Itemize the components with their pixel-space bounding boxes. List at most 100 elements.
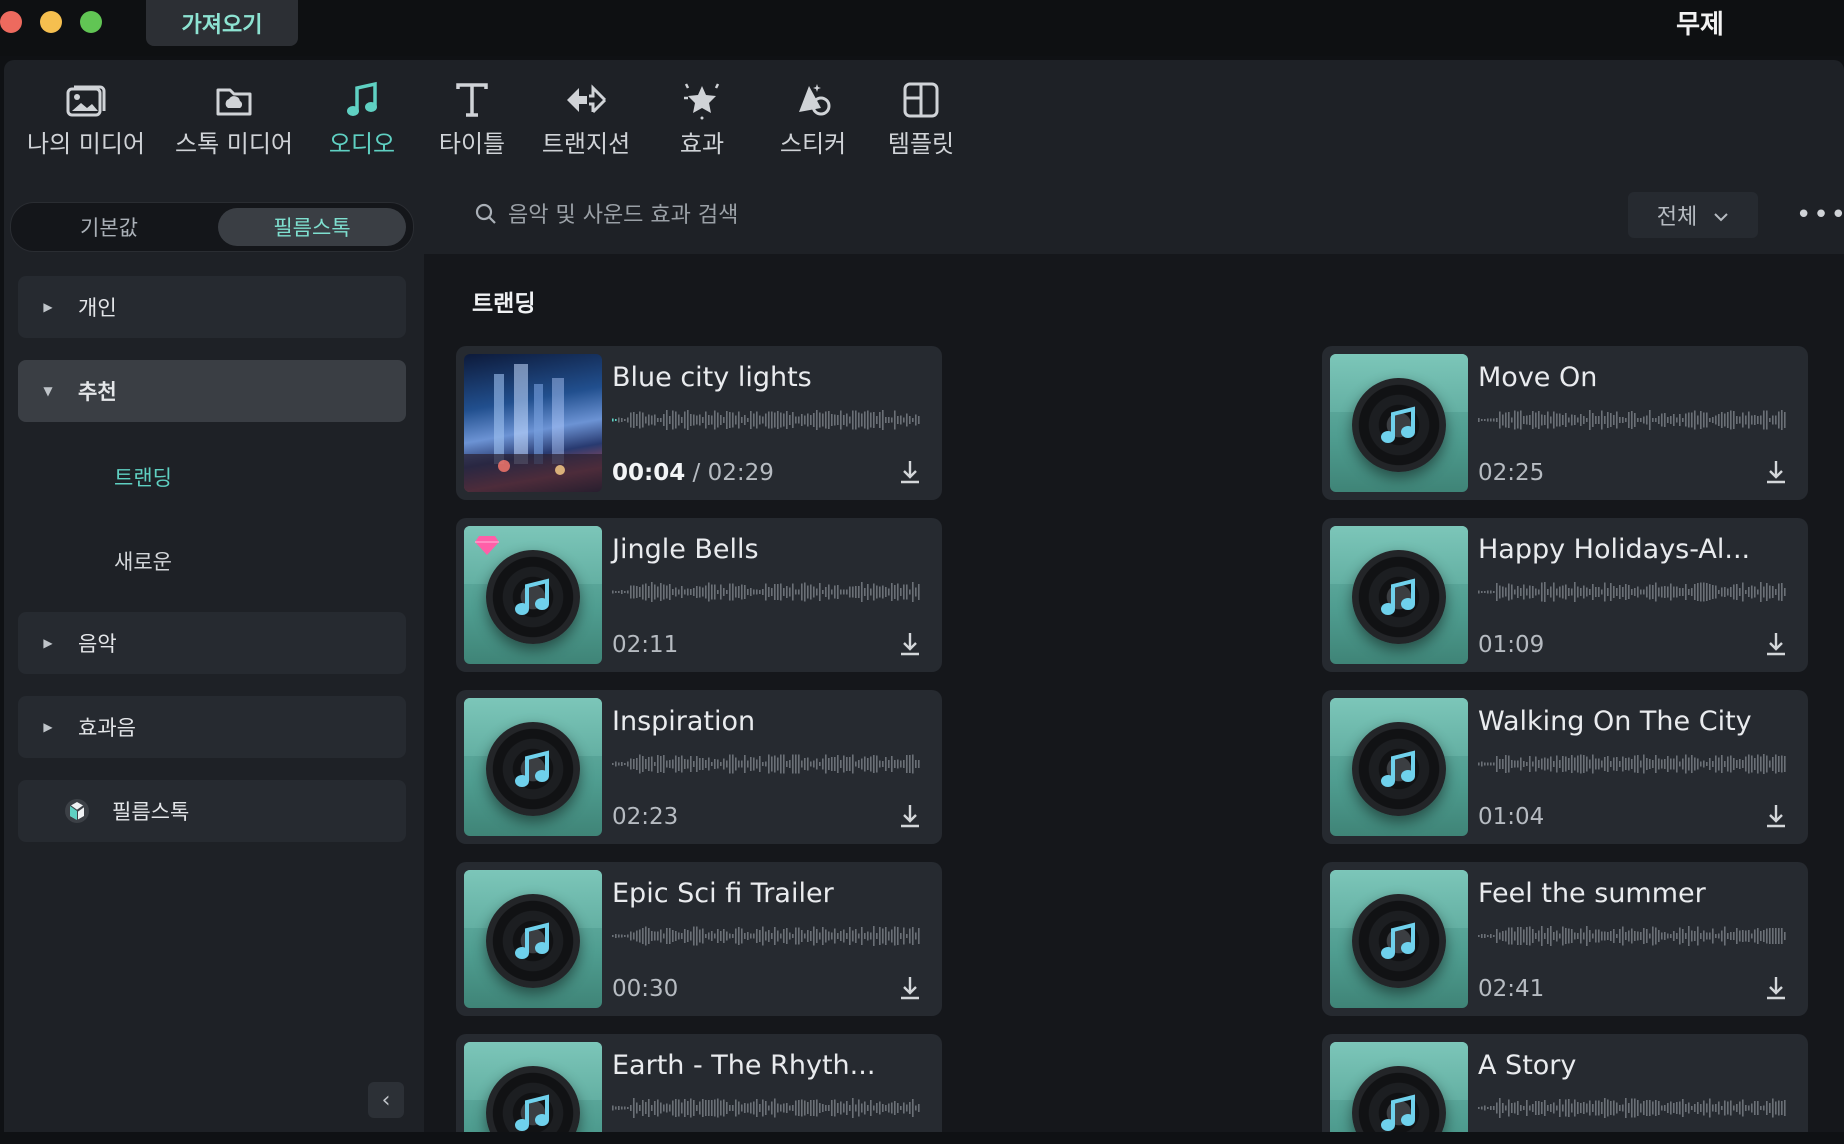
track-thumbnail [464, 1042, 602, 1132]
waveform[interactable] [1478, 582, 1788, 602]
tab-titles[interactable]: 타이틀 [432, 80, 512, 160]
track-card[interactable]: Happy Holidays-Al... 01:09 [1322, 518, 1808, 672]
category-label: 음악 [78, 632, 117, 656]
more-options-icon[interactable]: ••• [1796, 200, 1844, 230]
track-title: Blue city lights [612, 362, 812, 393]
track-title: Jingle Bells [612, 534, 759, 565]
track-duration: 02:29 [707, 460, 774, 486]
waveform[interactable] [612, 754, 922, 774]
waveform[interactable] [1478, 410, 1788, 430]
category-label: 개인 [78, 296, 117, 320]
track-title: Inspiration [612, 706, 756, 737]
track-duration: 02:41 [1478, 976, 1545, 1002]
collapse-sidebar-button[interactable]: ‹ [368, 1082, 404, 1118]
tab-label: 오디오 [328, 130, 396, 158]
section-title: 트랜딩 [472, 291, 536, 317]
track-duration: 01:09 [1478, 632, 1545, 658]
waveform[interactable] [612, 926, 922, 946]
waveform[interactable] [612, 1098, 922, 1118]
filmstock-logo-icon [18, 798, 112, 824]
tab-audio[interactable]: 오디오 [322, 80, 402, 160]
category-label: 효과음 [78, 716, 136, 740]
subcategory-new[interactable]: 새로운 [114, 546, 172, 576]
segment-filmstock[interactable]: 필름스톡 [218, 208, 406, 246]
download-icon[interactable] [1762, 458, 1790, 490]
category-label: 필름스톡 [112, 800, 190, 824]
track-card[interactable]: Inspiration 02:23 [456, 690, 942, 844]
track-card[interactable]: Epic Sci fi Trailer 00:30 [456, 862, 942, 1016]
tab-effects[interactable]: 효과 [662, 80, 742, 160]
tab-stock-media[interactable]: 스톡 미디어 [172, 80, 296, 160]
close-window-button[interactable] [0, 11, 22, 33]
track-thumbnail [464, 698, 602, 836]
track-card[interactable]: Move On 02:25 [1322, 346, 1808, 500]
track-duration: 02:25 [1478, 460, 1545, 486]
transition-icon [563, 80, 609, 120]
premium-gem-icon [474, 534, 500, 560]
download-icon[interactable] [1762, 802, 1790, 834]
stock-media-icon [214, 80, 254, 120]
track-duration: 01:04 [1478, 804, 1545, 830]
track-card[interactable]: Blue city lights 00:04 / 02:29 [456, 346, 942, 500]
zoom-window-button[interactable] [80, 11, 102, 33]
track-thumbnail [1330, 526, 1468, 664]
tab-label: 템플릿 [887, 130, 955, 158]
segment-default[interactable]: 기본값 [16, 208, 202, 246]
track-title: Move On [1478, 362, 1598, 393]
track-title: Happy Holidays-Al... [1478, 534, 1751, 565]
track-thumbnail [464, 870, 602, 1008]
track-title: Walking On The City [1478, 706, 1752, 737]
track-card[interactable]: Walking On The City 01:04 [1322, 690, 1808, 844]
track-duration: 02:11 [612, 632, 679, 658]
template-icon [901, 80, 941, 120]
download-icon[interactable] [896, 630, 924, 662]
track-thumbnail [1330, 698, 1468, 836]
minimize-window-button[interactable] [40, 11, 62, 33]
download-icon[interactable] [1762, 630, 1790, 662]
track-thumbnail [1330, 870, 1468, 1008]
track-title: Epic Sci fi Trailer [612, 878, 834, 909]
download-icon[interactable] [896, 458, 924, 490]
track-duration: 00:30 [612, 976, 679, 1002]
filter-value: 전체 [1656, 205, 1698, 230]
track-card[interactable]: Feel the summer 02:41 [1322, 862, 1808, 1016]
sticker-icon [791, 80, 835, 120]
category-filmstock[interactable]: 필름스톡 [18, 780, 406, 842]
title-text-icon [454, 80, 490, 120]
tab-label: 스톡 미디어 [174, 130, 294, 158]
waveform[interactable] [612, 582, 922, 602]
subcategory-trending[interactable]: 트랜딩 [114, 462, 172, 492]
music-note-icon [344, 80, 380, 120]
category-music[interactable]: ▶ 음악 [18, 612, 406, 674]
tab-label: 나의 미디어 [26, 130, 146, 158]
expand-arrow-icon: ▶ [43, 300, 53, 314]
track-card[interactable]: Earth - The Rhyth... [456, 1034, 942, 1132]
track-time: 00:04 / 02:29 [612, 460, 774, 486]
category-recommended[interactable]: ▼ 추천 [18, 360, 406, 422]
search-input[interactable] [506, 196, 1110, 234]
waveform[interactable] [1478, 926, 1788, 946]
category-personal[interactable]: ▶ 개인 [18, 276, 406, 338]
import-button[interactable]: 가져오기 [146, 0, 298, 46]
tab-label: 스티커 [779, 130, 847, 158]
track-card[interactable]: A Story [1322, 1034, 1808, 1132]
tab-label: 타이틀 [438, 130, 506, 158]
tab-stickers[interactable]: 스티커 [770, 80, 856, 160]
download-icon[interactable] [1762, 974, 1790, 1006]
download-icon[interactable] [896, 974, 924, 1006]
track-thumbnail [1330, 1042, 1468, 1132]
track-title: A Story [1478, 1050, 1577, 1081]
window-title: 무제 [1676, 10, 1724, 40]
filter-dropdown[interactable]: 전체 [1628, 192, 1758, 238]
tab-templates[interactable]: 템플릿 [878, 80, 964, 160]
tab-transitions[interactable]: 트랜지션 [536, 80, 636, 160]
track-card[interactable]: Jingle Bells 02:11 [456, 518, 942, 672]
track-thumbnail [1330, 354, 1468, 492]
waveform[interactable] [612, 410, 922, 430]
waveform[interactable] [1478, 1098, 1788, 1118]
download-icon[interactable] [896, 802, 924, 834]
elapsed-time: 00:04 [612, 460, 686, 486]
tab-my-media[interactable]: 나의 미디어 [22, 80, 150, 160]
category-sound-effects[interactable]: ▶ 효과음 [18, 696, 406, 758]
waveform[interactable] [1478, 754, 1788, 774]
